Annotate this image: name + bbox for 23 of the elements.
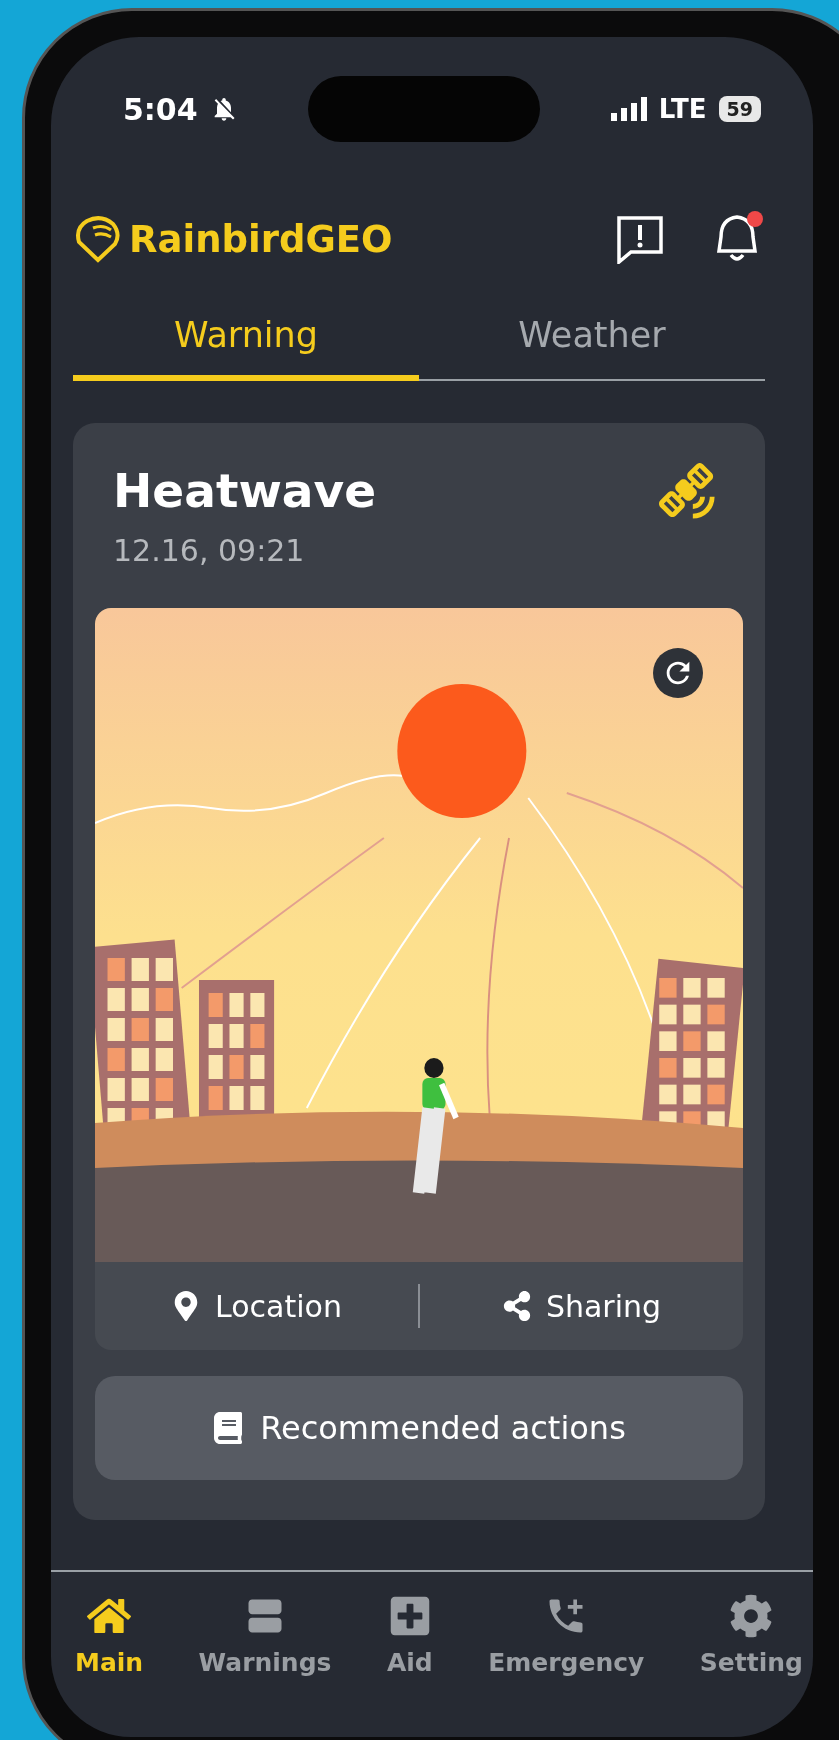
book-icon bbox=[212, 1412, 245, 1444]
network-type: LTE bbox=[658, 94, 707, 124]
tab[interactable]: Warning bbox=[73, 315, 419, 381]
warning-title: Heatwave bbox=[113, 463, 377, 518]
nav-item[interactable]: Setting bbox=[693, 1594, 809, 1677]
nav-item[interactable]: Warnings bbox=[192, 1594, 338, 1677]
satellite-icon bbox=[659, 463, 717, 521]
signal-icon bbox=[610, 97, 647, 121]
gear-icon bbox=[729, 1594, 774, 1638]
warning-timestamp: 12.16, 09:21 bbox=[113, 533, 306, 568]
battery-indicator: 59 bbox=[718, 96, 761, 122]
alert-message-icon[interactable] bbox=[615, 214, 665, 264]
share-icon bbox=[501, 1291, 532, 1321]
nav-item[interactable]: Main bbox=[69, 1594, 150, 1677]
status-time: 5:04 bbox=[123, 91, 198, 127]
tab[interactable]: Weather bbox=[419, 315, 765, 381]
action-button[interactable]: Sharing bbox=[420, 1287, 743, 1325]
recommended-actions-button[interactable]: Recommended actions bbox=[95, 1376, 743, 1480]
nav-item[interactable]: Aid bbox=[380, 1594, 439, 1677]
app-name: RainbirdGEO bbox=[129, 217, 393, 261]
action-button[interactable]: Location bbox=[95, 1287, 418, 1325]
bird-pin-logo-icon bbox=[73, 214, 123, 264]
nav-item[interactable]: Emergency bbox=[482, 1594, 651, 1677]
